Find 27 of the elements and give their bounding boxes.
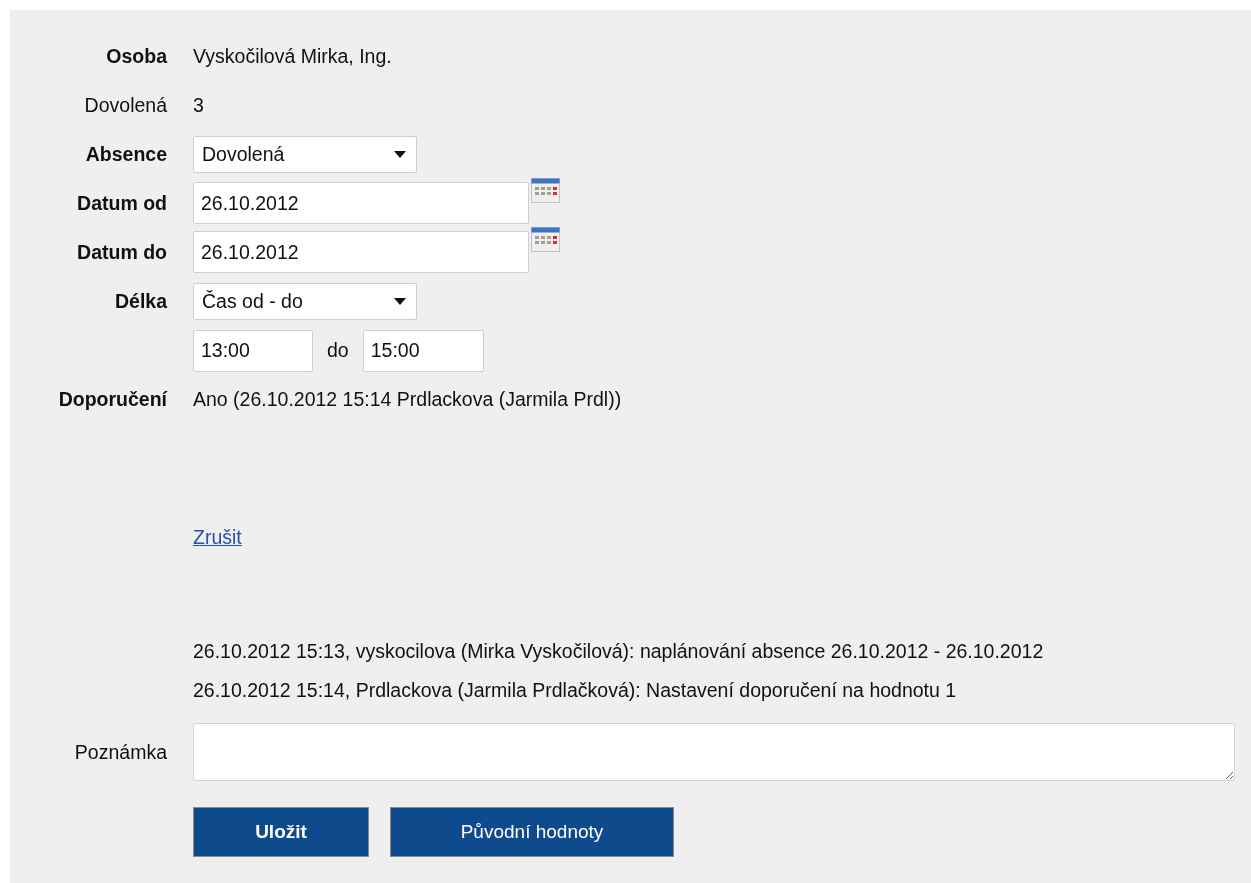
field-label: Poznámka (74, 740, 167, 763)
cancel-link[interactable]: Zrušit (193, 526, 242, 549)
field-label: Dovolená (84, 94, 167, 117)
dropdown-caret-icon (394, 298, 406, 305)
field-value: Ano (26.10.2012 15:14 Prdlackova (Jarmila Prdl)) (193, 388, 622, 411)
field-label: Doporučení (58, 388, 167, 411)
dropdown[interactable]: Dovolená (193, 136, 417, 173)
field-label: Osoba (106, 45, 167, 68)
field-label: Datum do (77, 241, 167, 264)
field-label: Datum od (77, 192, 167, 215)
field-label: Délka (114, 290, 167, 313)
history-entry: 26.10.2012 15:14, Prdlackova (Jarmila Prdlačková): Nastavení doporučení na hodnotu 1 (193, 678, 958, 703)
time-input[interactable]: 15:00 (362, 329, 484, 372)
calendar-icon[interactable] (531, 178, 560, 203)
separator-text: do (327, 339, 349, 362)
save-button[interactable]: Uložit (193, 807, 369, 857)
history-entry: 26.10.2012 15:13, vyskocilova (Mirka Vyskočilová): naplánování absence 26.10.2012 - 26.10.2012 (193, 639, 1045, 664)
field-value: Vyskočilová Mirka, Ing. (193, 45, 392, 68)
time-input[interactable]: 13:00 (193, 329, 313, 372)
dropdown[interactable]: Čas od - do (193, 283, 417, 320)
date-input[interactable]: 26.10.2012 (193, 231, 529, 273)
field-value: 3 (193, 94, 204, 117)
reset-button[interactable]: Původní hodnoty (390, 807, 674, 857)
field-label: Absence (85, 143, 167, 166)
dropdown-caret-icon (394, 151, 406, 158)
date-input[interactable]: 26.10.2012 (193, 182, 529, 224)
calendar-icon[interactable] (531, 227, 560, 252)
